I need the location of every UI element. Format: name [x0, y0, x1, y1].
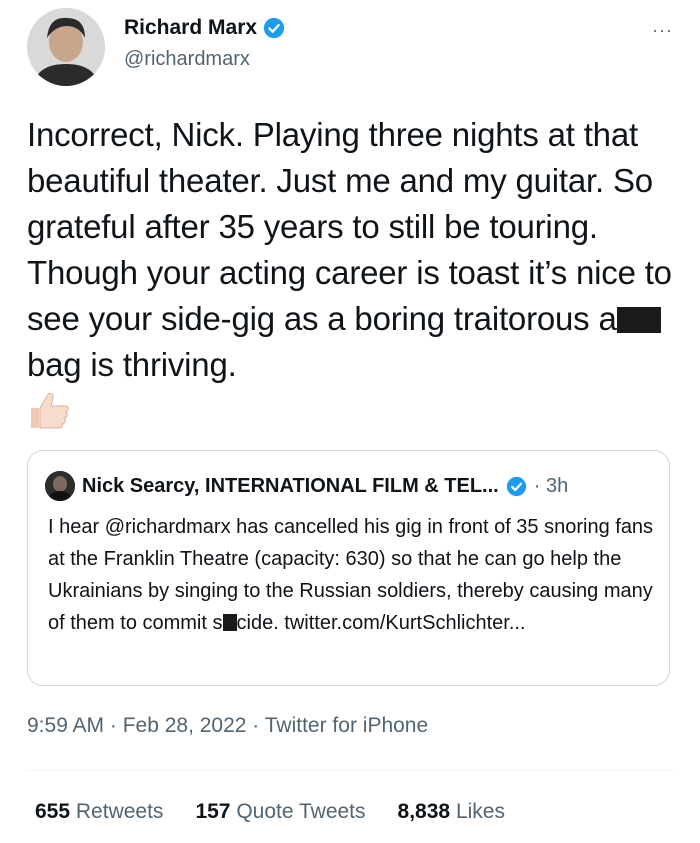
- tweet-text: Incorrect, Nick. Playing three nights at…: [27, 112, 677, 388]
- author-name-row: Richard Marx: [124, 16, 285, 40]
- divider: [27, 770, 673, 771]
- more-options-icon[interactable]: ···: [652, 20, 673, 41]
- tweet-meta[interactable]: 9:59 AM · Feb 28, 2022 · Twitter for iPh…: [27, 714, 428, 738]
- tweet-header: Richard Marx @richardmarx ···: [27, 8, 673, 88]
- avatar[interactable]: [27, 8, 105, 86]
- tweet-text-part-2: bag is thriving.: [27, 346, 237, 383]
- stat-label: Quote Tweets: [236, 800, 366, 823]
- tweet-stats: 655 Retweets 157 Quote Tweets 8,838 Like…: [35, 800, 505, 824]
- stat-label: Retweets: [75, 800, 164, 823]
- quoted-tweet-header: Nick Searcy, INTERNATIONAL FILM & TEL...…: [45, 471, 657, 501]
- redaction-block: [616, 307, 661, 333]
- quoted-author-name: Nick Searcy, INTERNATIONAL FILM & TEL...: [82, 474, 499, 497]
- stat-number: 655: [35, 800, 71, 823]
- stat-quote-tweets[interactable]: 157 Quote Tweets: [195, 800, 365, 824]
- verified-badge-icon: [506, 476, 526, 496]
- stat-number: 157: [195, 800, 231, 823]
- redaction-block: [222, 614, 237, 631]
- thumbs-up-emoji-icon: [27, 390, 71, 435]
- quoted-time: · 3h: [533, 474, 569, 497]
- quoted-text-part-2: cide. twitter.com/KurtSchlichter...: [236, 612, 526, 634]
- stat-number: 8,838: [397, 800, 451, 823]
- author-name[interactable]: Richard Marx: [124, 16, 257, 40]
- quoted-avatar: [45, 471, 75, 501]
- stat-retweets[interactable]: 655 Retweets: [35, 800, 163, 824]
- quoted-text: I hear @richardmarx has cancelled his gi…: [48, 511, 658, 639]
- author-handle[interactable]: @richardmarx: [124, 48, 250, 71]
- stat-likes[interactable]: 8,838 Likes: [398, 800, 505, 824]
- quoted-tweet[interactable]: Nick Searcy, INTERNATIONAL FILM & TEL...…: [27, 450, 670, 686]
- stat-label: Likes: [455, 800, 505, 823]
- tweet-text-part-1: Incorrect, Nick. Playing three nights at…: [27, 116, 672, 337]
- verified-badge-icon: [263, 17, 285, 39]
